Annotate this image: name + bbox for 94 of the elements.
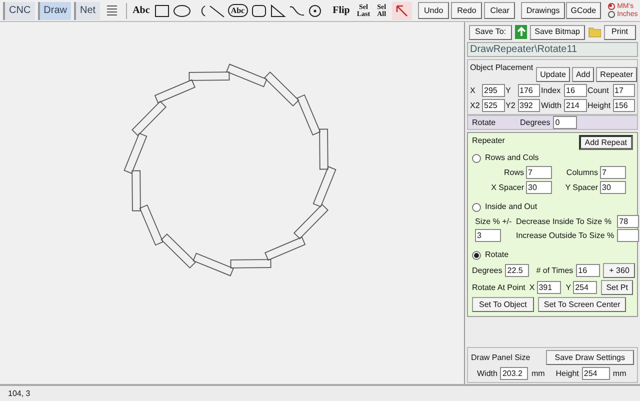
field-label: X Spacer <box>490 182 524 194</box>
field-label: Width <box>477 368 498 380</box>
unit-radio[interactable] <box>608 3 616 10</box>
field-label: Increase Outside To Size % <box>516 230 614 242</box>
input-field[interactable] <box>617 229 640 242</box>
tab[interactable]: Net <box>74 2 100 20</box>
set-point-button[interactable]: Set Pt <box>601 280 633 295</box>
rounded-rectangle-tool-icon[interactable] <box>250 4 267 18</box>
save-draw-settings-button[interactable]: Save Draw Settings <box>546 350 634 365</box>
field-label: Height <box>556 368 579 380</box>
toolbar-button[interactable]: Drawings <box>521 2 565 19</box>
toolbar-button[interactable]: Undo <box>418 2 450 19</box>
field-label: Rows <box>502 166 524 178</box>
pointer-tool-icon[interactable] <box>392 2 412 20</box>
field-label: Degrees <box>520 116 550 128</box>
input-field[interactable]: 392 <box>518 99 540 112</box>
input-field[interactable]: 254 <box>582 367 610 380</box>
input-field[interactable]: 156 <box>612 99 635 112</box>
input-field[interactable]: 3 <box>475 229 501 242</box>
ellipse-tool-icon[interactable] <box>172 4 191 18</box>
input-field[interactable]: 203.2 <box>500 367 528 380</box>
set-to-screen-center-button[interactable]: Set To Screen Center <box>538 297 626 312</box>
tab[interactable]: CNC <box>3 2 35 20</box>
input-field[interactable]: 214 <box>564 99 586 112</box>
input-field[interactable]: 254 <box>573 281 598 294</box>
field-label: Degrees <box>472 264 502 276</box>
input-field[interactable]: 30 <box>600 181 626 194</box>
file-name-field[interactable]: DrawRepeater\Rotate11 <box>467 42 638 57</box>
radio-button[interactable] <box>472 250 481 260</box>
input-field[interactable]: 7 <box>526 166 552 179</box>
line-tool-icon[interactable] <box>208 4 225 18</box>
toolbar-button[interactable]: Redo <box>451 2 482 19</box>
field-label: Inside and Out <box>485 201 538 213</box>
radio-button[interactable] <box>472 154 481 162</box>
save-bitmap-button[interactable]: Save Bitmap <box>530 24 585 40</box>
radio-button[interactable] <box>472 202 481 212</box>
up-arrow-icon[interactable] <box>514 25 527 39</box>
field-label: Draw Panel Size <box>471 352 530 364</box>
circle-text-tool[interactable]: Abc <box>228 4 248 17</box>
field-label: Y Spacer <box>564 182 598 194</box>
set-to-object-button[interactable]: Set To Object <box>472 297 534 312</box>
field-label: Rotate At Point <box>472 282 526 294</box>
placement-button[interactable]: Update <box>536 67 570 82</box>
rectangle-tool-icon[interactable] <box>154 4 170 18</box>
field-label: Index <box>541 84 562 96</box>
input-field[interactable]: 7 <box>600 166 626 179</box>
target-tool-icon[interactable] <box>308 4 322 18</box>
status-text: 104, 3 <box>8 388 30 400</box>
field-label: Columns <box>565 166 598 178</box>
save-to-button[interactable]: Save To: <box>469 24 512 40</box>
field-label: Y2 <box>506 100 516 112</box>
triangle-tool-icon[interactable] <box>270 4 286 18</box>
input-field[interactable]: 16 <box>576 264 600 277</box>
unit-radio[interactable] <box>608 11 616 18</box>
field-label: Y <box>566 282 572 294</box>
input-field[interactable]: 78 <box>617 215 640 228</box>
text-tool[interactable]: Abc <box>132 3 151 18</box>
input-field[interactable]: 30 <box>526 181 552 194</box>
input-field[interactable]: 16 <box>564 84 586 97</box>
field-label: Rotate <box>485 249 509 261</box>
field-label: Repeater <box>472 135 505 147</box>
field-label: Rows and Cols <box>485 152 539 164</box>
flip-button[interactable]: Flip <box>332 3 350 18</box>
field-label: Height <box>588 100 612 112</box>
input-field[interactable]: 391 <box>536 281 561 294</box>
field-label: Count <box>588 84 610 96</box>
field-label: mm <box>531 368 545 380</box>
field-label: Rotate <box>472 116 497 128</box>
input-field[interactable]: 295 <box>482 84 504 97</box>
placement-button[interactable]: Repeater <box>596 67 638 82</box>
input-field[interactable]: 0 <box>553 116 578 129</box>
menu-icon[interactable] <box>106 4 118 18</box>
plus-360-button[interactable]: + 360 <box>603 263 636 278</box>
toolbar-button[interactable]: GCode <box>566 2 602 19</box>
field-label: X <box>470 84 476 96</box>
placement-button[interactable]: Add <box>572 67 594 82</box>
add-repeat-button[interactable]: Add Repeat <box>578 135 633 150</box>
field-label: Width <box>541 100 562 112</box>
field-label: Decrease Inside To Size % <box>516 216 612 228</box>
print-button[interactable]: Print <box>604 24 636 40</box>
tab[interactable]: Draw <box>38 2 72 20</box>
field-label: Y <box>506 84 512 96</box>
field-label: mm <box>612 368 626 380</box>
curve-tool-icon[interactable] <box>288 4 305 18</box>
input-field[interactable]: 176 <box>518 84 540 97</box>
input-field[interactable]: 22.5 <box>505 264 530 277</box>
input-field[interactable]: 17 <box>612 84 635 97</box>
field-label: Size % +/- <box>475 216 513 228</box>
field-label: Object Placement <box>470 62 534 74</box>
toolbar-button[interactable]: Clear <box>484 2 516 19</box>
input-field[interactable]: 525 <box>482 99 504 112</box>
field-label: X2 <box>470 100 481 112</box>
field-label: X <box>529 282 535 294</box>
field-label: # of Times <box>536 264 574 276</box>
